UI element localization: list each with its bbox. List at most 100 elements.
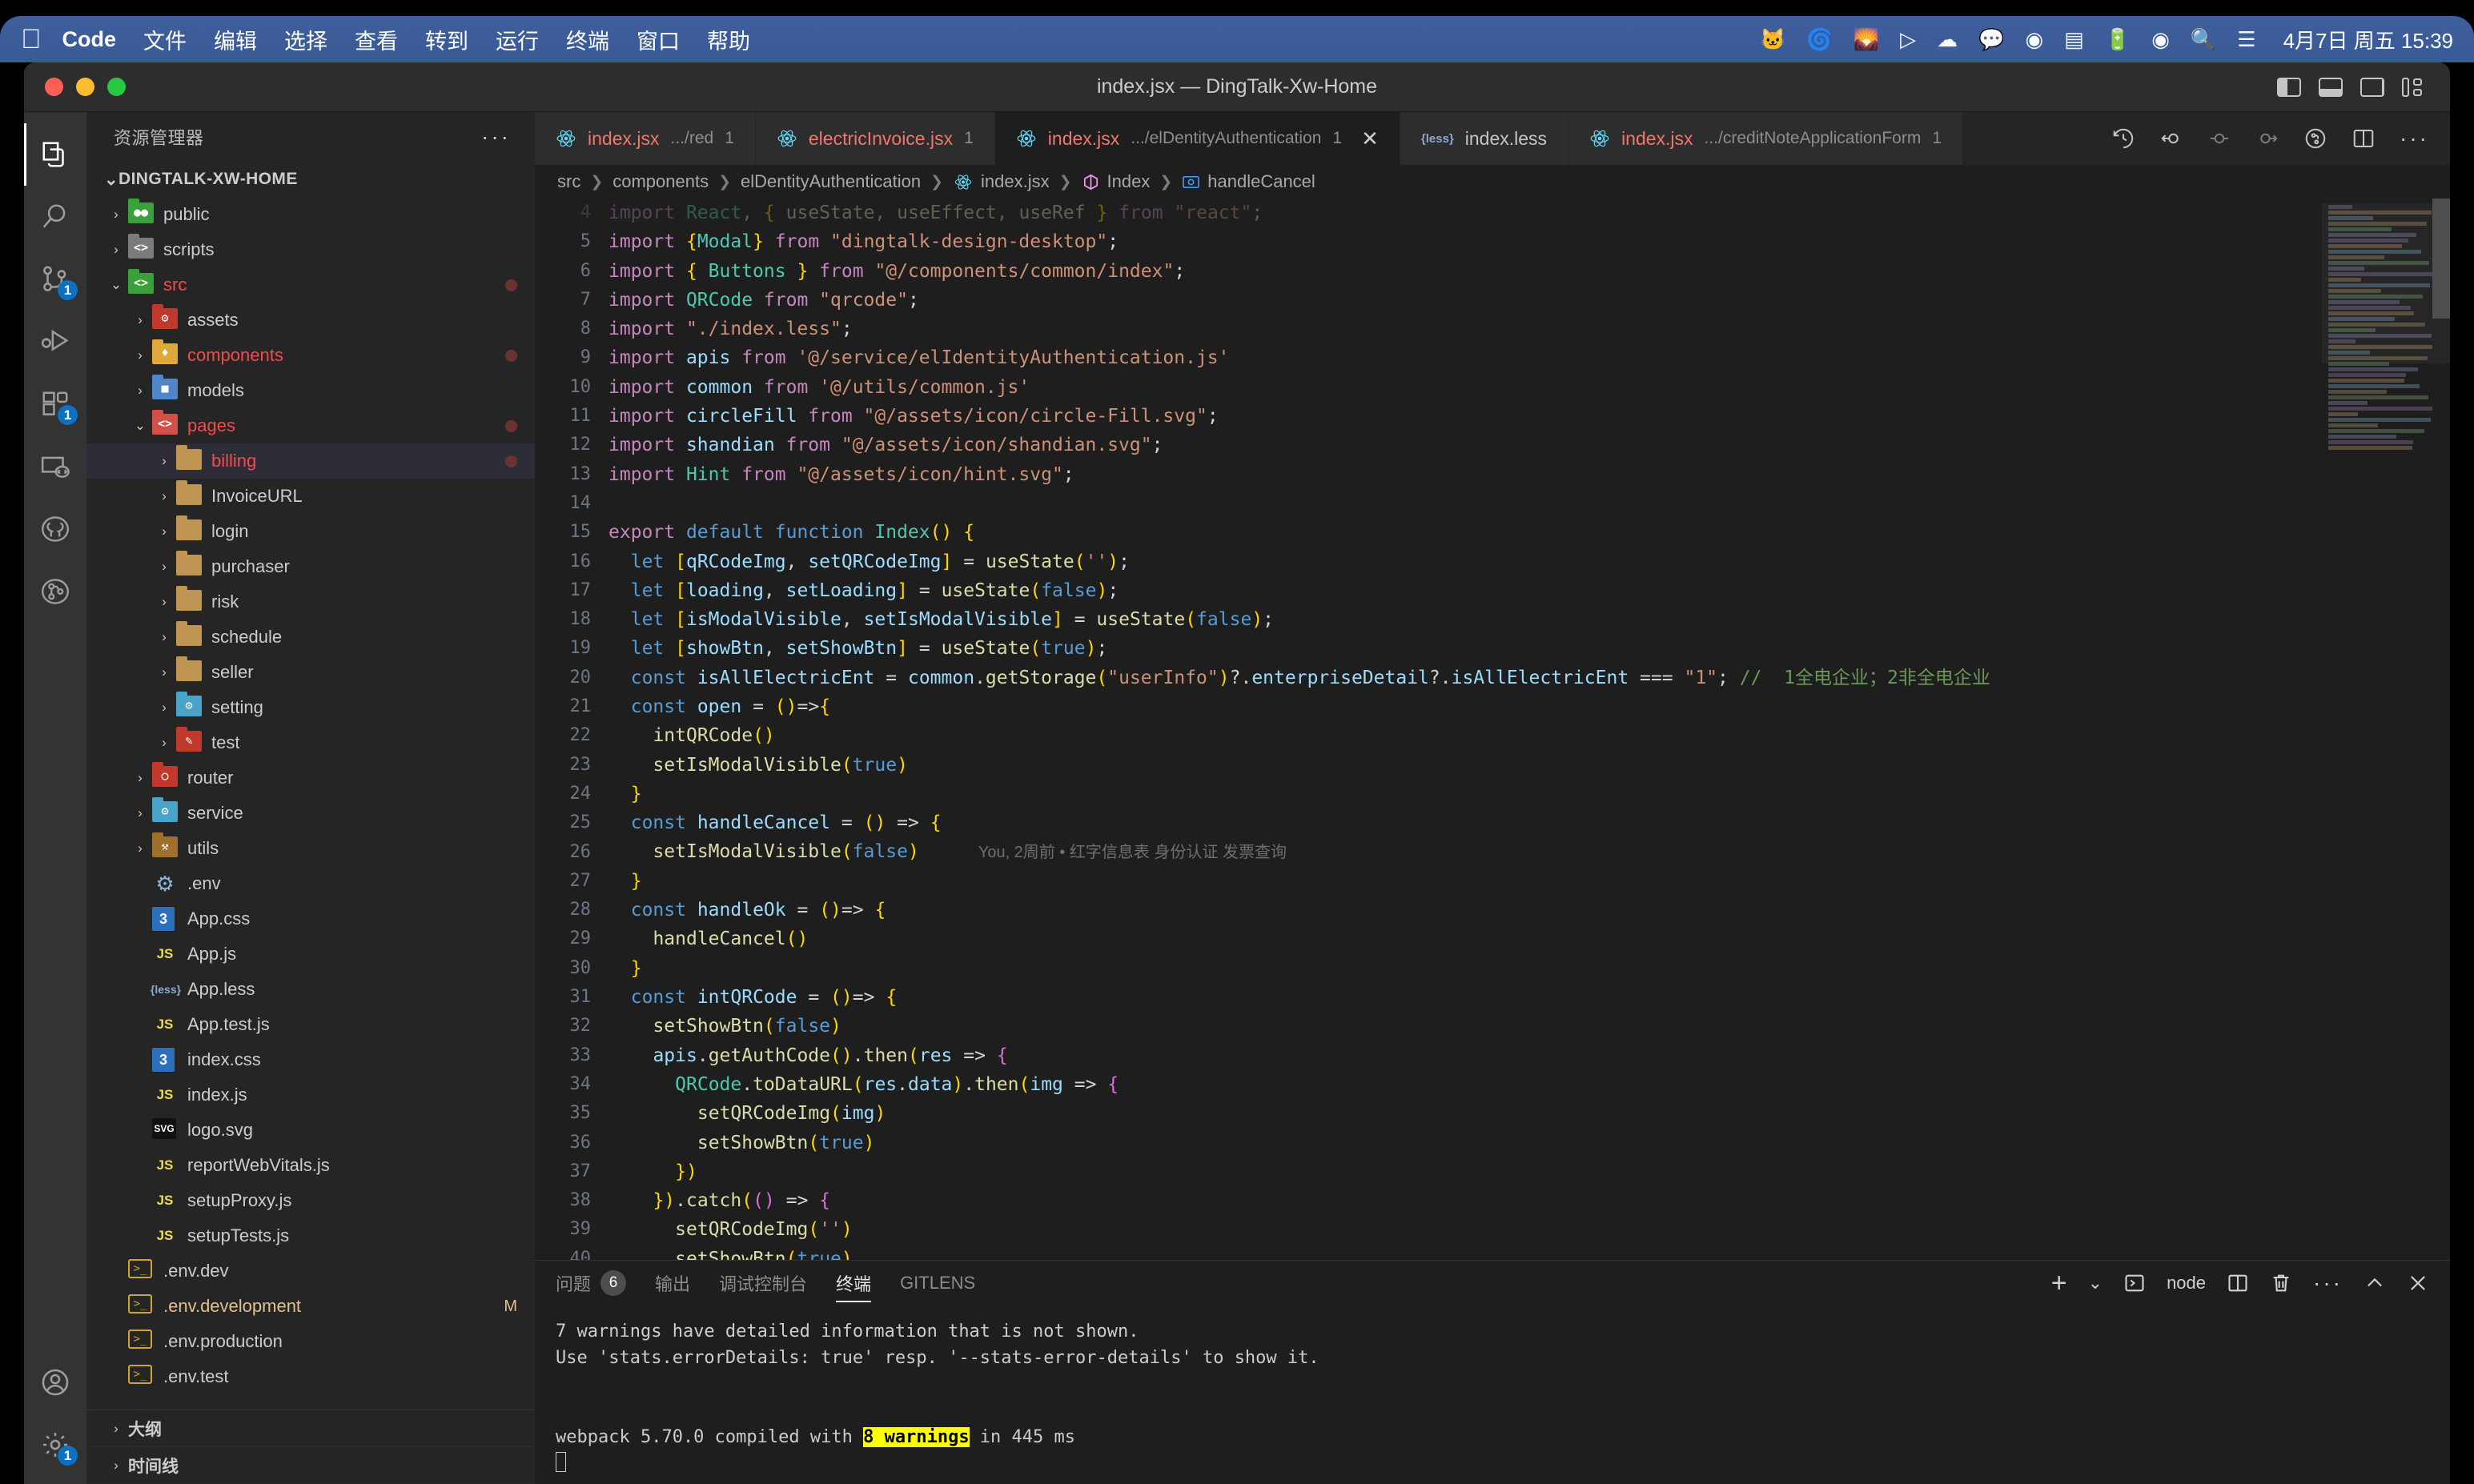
activity-explorer[interactable]: [24, 123, 86, 186]
tree-folder-row[interactable]: › ♦ components: [86, 338, 535, 373]
next-change-icon[interactable]: [2255, 126, 2279, 150]
breadcrumb-item[interactable]: src: [557, 171, 580, 192]
code-line[interactable]: 31 const intQRCode = ()=> {: [535, 983, 2322, 1012]
breadcrumb-item[interactable]: index.jsx: [953, 171, 1050, 192]
chevron-down-icon[interactable]: ⌄: [128, 418, 152, 434]
tree-folder-row[interactable]: › login: [86, 514, 535, 549]
tree-folder-row[interactable]: › ■ models: [86, 373, 535, 408]
workspace-root-row[interactable]: ⌄ DINGTALK-XW-HOME: [86, 162, 535, 197]
tree-folder-row[interactable]: › purchaser: [86, 549, 535, 584]
code-line[interactable]: 7 import QRCode from "qrcode";: [535, 286, 2322, 315]
chevron-right-icon[interactable]: ›: [104, 242, 128, 258]
code-line[interactable]: 35 setQRCodeImg(img): [535, 1099, 2322, 1128]
tree-folder-row[interactable]: › ●● public: [86, 197, 535, 232]
chevron-right-icon[interactable]: ›: [104, 207, 128, 223]
terminal-cursor-line[interactable]: [556, 1450, 2429, 1477]
code-line[interactable]: 36 setShowBtn(true): [535, 1129, 2322, 1157]
menu-window[interactable]: 窗口: [637, 24, 680, 55]
close-panel-icon[interactable]: [2407, 1272, 2429, 1294]
breadcrumb-item[interactable]: elDentityAuthentication: [741, 171, 921, 192]
tree-file-row[interactable]: >_ .env.production: [86, 1324, 535, 1359]
menu-run[interactable]: 运行: [496, 24, 539, 55]
code-lines[interactable]: 4 import React, { useState, useEffect, us…: [535, 199, 2322, 1260]
code-line[interactable]: 18 let [isModalVisible, setIsModalVisibl…: [535, 605, 2322, 634]
tree-folder-row[interactable]: › billing: [86, 443, 535, 479]
tree-file-row[interactable]: JS setupTests.js: [86, 1218, 535, 1253]
toggle-secondary-sidebar-icon[interactable]: [2360, 77, 2384, 97]
code-line[interactable]: 19 let [showBtn, setShowBtn] = useState(…: [535, 634, 2322, 663]
chevron-right-icon[interactable]: ›: [152, 488, 176, 504]
toggle-panel-icon[interactable]: [2319, 77, 2343, 97]
tree-file-row[interactable]: {less} App.less: [86, 972, 535, 1007]
editor-tab[interactable]: index.jsx .../creditNoteApplicationForm 1: [1568, 112, 1964, 165]
code-line[interactable]: 16 let [qRCodeImg, setQRCodeImg] = useSt…: [535, 547, 2322, 576]
terminal-shell-icon[interactable]: [2123, 1272, 2146, 1294]
panel-tab-gitlens[interactable]: GITLENS: [900, 1261, 975, 1306]
chevron-down-icon[interactable]: ⌄: [104, 277, 128, 293]
image-icon[interactable]: 🌄: [1853, 29, 1879, 50]
code-line[interactable]: 40 setShowBtn(true): [535, 1245, 2322, 1260]
tree-folder-row[interactable]: › seller: [86, 655, 535, 690]
tree-folder-row[interactable]: › <> scripts: [86, 232, 535, 267]
tree-file-row[interactable]: 3 index.css: [86, 1042, 535, 1077]
tree-folder-row[interactable]: › risk: [86, 584, 535, 620]
editor-tab[interactable]: index.jsx .../red 1: [535, 112, 756, 165]
cloud-icon[interactable]: ☁: [1937, 29, 1958, 50]
code-line[interactable]: 5 import {Modal} from "dingtalk-design-de…: [535, 227, 2322, 256]
chevron-right-icon[interactable]: ›: [128, 805, 152, 821]
chevron-right-icon[interactable]: ›: [152, 700, 176, 716]
code-line[interactable]: 14: [535, 489, 2322, 518]
tree-file-row[interactable]: 3 App.css: [86, 901, 535, 937]
breadcrumb-item[interactable]: Index: [1082, 171, 1150, 192]
panel-tab-terminal[interactable]: 终端: [836, 1261, 872, 1306]
code-line[interactable]: 37 }): [535, 1157, 2322, 1186]
code-lens-annotation[interactable]: You, 2周前 • 红字信息表 身份认证 发票查询: [978, 844, 1287, 861]
code-line[interactable]: 11 import circleFill from "@/assets/icon/…: [535, 402, 2322, 431]
close-window-button[interactable]: [45, 78, 63, 96]
activity-github[interactable]: [24, 498, 86, 560]
breadcrumb-item[interactable]: handleCancel: [1182, 171, 1315, 192]
tree-folder-row[interactable]: › ⚙ assets: [86, 303, 535, 338]
activity-accounts[interactable]: [24, 1351, 86, 1414]
editor-vertical-scrollbar[interactable]: [2432, 199, 2450, 1260]
code-line[interactable]: 27 }: [535, 867, 2322, 896]
code-line[interactable]: 22 intQRCode(): [535, 721, 2322, 750]
code-line[interactable]: 8 import "./index.less";: [535, 315, 2322, 343]
tree-folder-row[interactable]: › ⚙ service: [86, 796, 535, 831]
panel-more-actions-icon[interactable]: ···: [2313, 1271, 2343, 1293]
tree-file-row[interactable]: ⚙ .env: [86, 866, 535, 901]
split-editor-icon[interactable]: [2352, 126, 2376, 150]
chevron-right-icon[interactable]: ›: [152, 559, 176, 575]
code-line[interactable]: 28 const handleOk = ()=> {: [535, 896, 2322, 924]
terminal-shell-label[interactable]: node: [2167, 1273, 2206, 1293]
scrollbar-thumb[interactable]: [2432, 199, 2450, 319]
chevron-right-icon[interactable]: ›: [152, 629, 176, 645]
tree-file-row[interactable]: JS index.js: [86, 1077, 535, 1113]
tree-file-row[interactable]: >_ .env.test: [86, 1359, 535, 1394]
menu-terminal[interactable]: 终端: [566, 24, 609, 55]
sourcetree-icon[interactable]: ▤: [2064, 29, 2084, 50]
tree-file-row[interactable]: JS App.js: [86, 937, 535, 972]
record-icon[interactable]: ◉: [2026, 29, 2044, 50]
code-line[interactable]: 17 let [loading, setLoading] = useState(…: [535, 576, 2322, 605]
tree-folder-row[interactable]: › ○ router: [86, 760, 535, 796]
control-center-icon[interactable]: ☰: [2237, 29, 2255, 50]
code-line[interactable]: 23 setIsModalVisible(true): [535, 751, 2322, 780]
code-line[interactable]: 20 const isAllElectricEnt = common.getSt…: [535, 664, 2322, 692]
activity-remote-explorer[interactable]: [24, 435, 86, 498]
tree-folder-row[interactable]: › ⚒ utils: [86, 831, 535, 866]
menubar-clock[interactable]: 4月7日 周五 15:39: [2283, 25, 2453, 54]
minimize-window-button[interactable]: [76, 78, 94, 96]
code-line[interactable]: 12 import shandian from "@/assets/icon/sh…: [535, 431, 2322, 459]
menu-view[interactable]: 查看: [355, 24, 398, 55]
maximize-window-button[interactable]: [107, 78, 126, 96]
code-line[interactable]: 29 handleCancel(): [535, 924, 2322, 953]
code-line[interactable]: 13 import Hint from "@/assets/icon/hint.s…: [535, 460, 2322, 489]
go-back-icon[interactable]: [2159, 126, 2183, 150]
file-tree[interactable]: › ●● public › <> scripts ⌄ <> src › ⚙ assets › ♦ compo…: [86, 197, 535, 1410]
code-line[interactable]: 4 import React, { useState, useEffect, us…: [535, 199, 2322, 227]
chevron-right-icon[interactable]: ›: [128, 312, 152, 328]
menu-code[interactable]: Code: [62, 27, 117, 52]
customize-layout-icon[interactable]: [2402, 77, 2426, 97]
code-line[interactable]: 34 QRCode.toDataURL(res.data).then(img =…: [535, 1070, 2322, 1099]
